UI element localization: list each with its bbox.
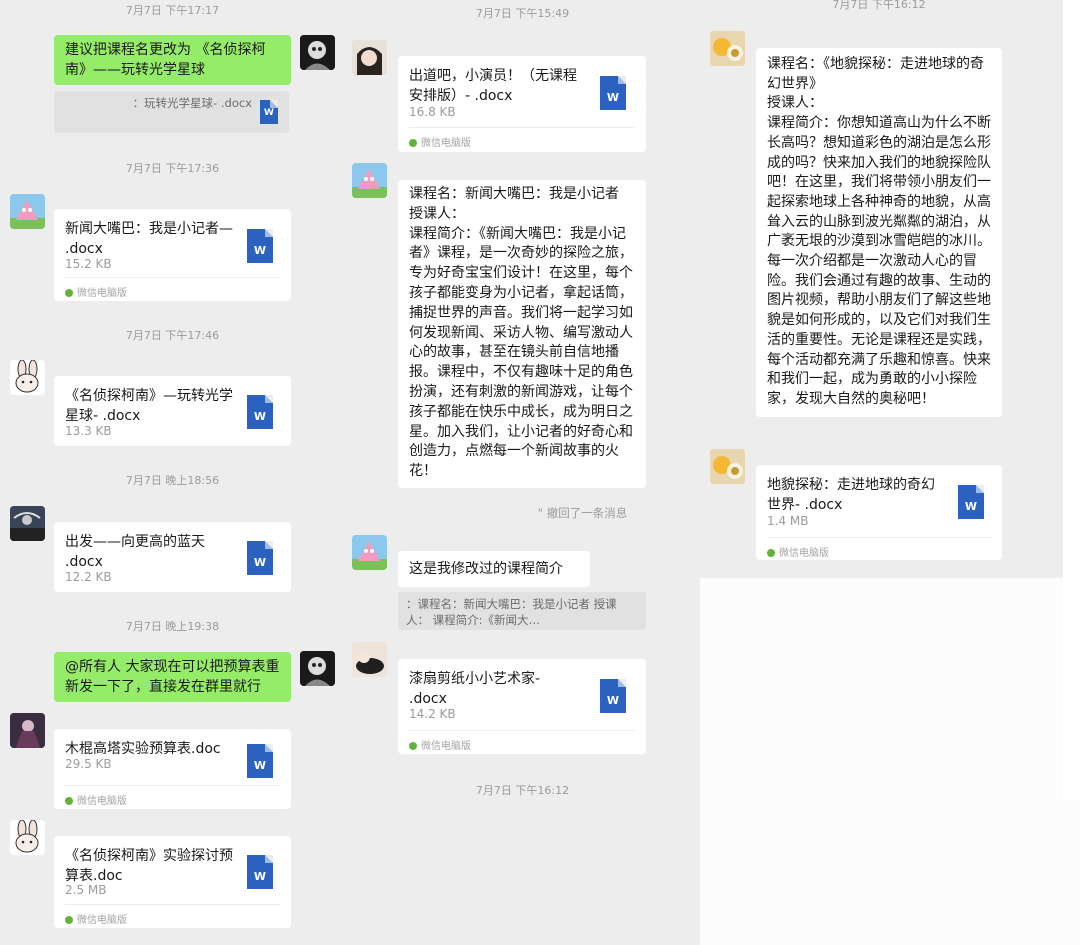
avatar[interactable] <box>352 642 387 677</box>
chat-panel-3: 7月7日 下午16:12 课程名：《地貌探秘：走进地球的奇幻世界》 授课人： 课… <box>700 0 1058 578</box>
file-size: 2.5 MB <box>65 883 107 897</box>
quoted-file[interactable]: ：玩转光学星球- .docx W <box>54 91 289 133</box>
avatar[interactable] <box>300 651 335 686</box>
avatar[interactable] <box>10 360 45 395</box>
file-message[interactable]: 新闻大嘴巴：我是小记者— .docx 15.2 KB W 微信电脑版 <box>54 209 291 301</box>
chat-panel-2: 7月7日 下午15:49 出道吧，小演员！（无课程安排版）- .docx 16.… <box>345 0 700 945</box>
blank-area <box>700 578 1080 945</box>
file-size: 29.5 KB <box>65 757 112 771</box>
blank-edge <box>1063 0 1080 800</box>
file-name: 《名侦探柯南》—玩转光学星球- .docx <box>65 388 233 424</box>
quoted-message[interactable]: ：课程名：新闻大嘴巴：我是小记者 授课人： 课程简介:《新闻大… <box>398 592 646 630</box>
message-bubble[interactable]: 这是我修改过的课程简介 <box>398 551 590 587</box>
avatar[interactable] <box>710 31 745 66</box>
file-message[interactable]: 《名侦探柯南》—玩转光学星球- .docx 13.3 KB W <box>54 376 291 446</box>
word-doc-icon: W <box>247 229 273 263</box>
file-name: 地貌探秘：走进地球的奇幻世界- .docx <box>767 477 935 513</box>
file-source: 微信电脑版 <box>65 277 280 299</box>
avatar[interactable] <box>710 449 745 484</box>
wechat-icon <box>65 797 73 805</box>
file-size: 15.2 KB <box>65 257 112 271</box>
file-size: 13.3 KB <box>65 424 112 438</box>
wechat-icon <box>409 139 417 147</box>
file-message[interactable]: 《名侦探柯南》实验探讨预算表.doc 2.5 MB W 微信电脑版 <box>54 836 291 928</box>
file-message[interactable]: 地貌探秘：走进地球的奇幻世界- .docx 1.4 MB W 微信电脑版 <box>756 465 1002 560</box>
timestamp: 7月7日 晚上18:56 <box>125 474 220 487</box>
file-name: 木棍高塔实验预算表.doc <box>65 741 221 757</box>
word-doc-icon: W <box>247 855 273 889</box>
file-size: 1.4 MB <box>767 514 809 528</box>
avatar[interactable] <box>10 194 45 229</box>
message-bubble[interactable]: 建议把课程名更改为 《名侦探柯南》——玩转光学星球 <box>54 35 291 85</box>
avatar[interactable] <box>10 713 45 748</box>
word-doc-icon: W <box>600 679 626 713</box>
chat-panel-1: 7月7日 下午17:17 建议把课程名更改为 《名侦探柯南》——玩转光学星球 ：… <box>0 0 345 945</box>
wechat-icon <box>409 742 417 750</box>
timestamp: 7月7日 下午16:12 <box>475 784 570 797</box>
avatar[interactable] <box>10 506 45 541</box>
file-source: 微信电脑版 <box>409 730 635 752</box>
wechat-icon <box>65 289 73 297</box>
file-source: 微信电脑版 <box>767 537 991 559</box>
avatar[interactable] <box>10 820 45 855</box>
file-source: 微信电脑版 <box>409 127 635 149</box>
timestamp: 7月7日 下午17:46 <box>125 329 220 342</box>
word-doc-icon: W <box>958 485 984 519</box>
timestamp: 7月7日 下午17:17 <box>125 4 220 17</box>
avatar[interactable] <box>300 35 335 70</box>
file-size: 14.2 KB <box>409 707 456 721</box>
recall-notice: " 撤回了一条消息 <box>537 506 628 520</box>
file-message[interactable]: 出发——向更高的蓝天 .docx 12.2 KB W <box>54 522 291 592</box>
message-bubble[interactable]: @所有人 大家现在可以把预算表重新发一下了，直接发在群里就行 <box>54 652 291 702</box>
file-name: 出发——向更高的蓝天 .docx <box>65 534 205 570</box>
word-doc-icon: W <box>247 395 273 429</box>
word-doc-icon: W <box>600 76 626 110</box>
timestamp: 7月7日 下午16:12 <box>832 0 926 11</box>
wechat-icon <box>767 549 775 557</box>
file-size: 12.2 KB <box>65 570 112 584</box>
timestamp: 7月7日 晚上19:38 <box>125 620 220 633</box>
word-doc-icon: W <box>260 100 278 124</box>
file-name: 出道吧，小演员！（无课程安排版）- .docx <box>409 68 577 104</box>
file-name: 新闻大嘴巴：我是小记者— .docx <box>65 221 233 257</box>
file-source: 微信电脑版 <box>65 785 280 807</box>
word-doc-icon: W <box>247 744 273 778</box>
file-size: 16.8 KB <box>409 105 456 119</box>
file-name: 漆扇剪纸小小艺术家- .docx <box>409 671 541 707</box>
wechat-icon <box>65 916 73 924</box>
avatar[interactable] <box>352 535 387 570</box>
avatar[interactable] <box>352 40 387 75</box>
file-message[interactable]: 漆扇剪纸小小艺术家- .docx 14.2 KB W 微信电脑版 <box>398 659 646 754</box>
file-source: 微信电脑版 <box>65 904 280 926</box>
file-name: 《名侦探柯南》实验探讨预算表.doc <box>65 848 233 884</box>
message-bubble[interactable]: 课程名：新闻大嘴巴：我是小记者 授课人： 课程简介：《新闻大嘴巴：我是小记者》课… <box>398 180 646 488</box>
file-message[interactable]: 木棍高塔实验预算表.doc 29.5 KB W 微信电脑版 <box>54 729 291 809</box>
timestamp: 7月7日 下午15:49 <box>475 7 570 20</box>
timestamp: 7月7日 下午17:36 <box>125 162 220 175</box>
word-doc-icon: W <box>247 541 273 575</box>
message-bubble[interactable]: 课程名：《地貌探秘：走进地球的奇幻世界》 授课人： 课程简介：你想知道高山为什么… <box>756 48 1002 417</box>
file-message[interactable]: 出道吧，小演员！（无课程安排版）- .docx 16.8 KB W 微信电脑版 <box>398 56 646 152</box>
avatar[interactable] <box>352 163 387 198</box>
quote-text: ：玩转光学星球- .docx <box>132 96 252 110</box>
